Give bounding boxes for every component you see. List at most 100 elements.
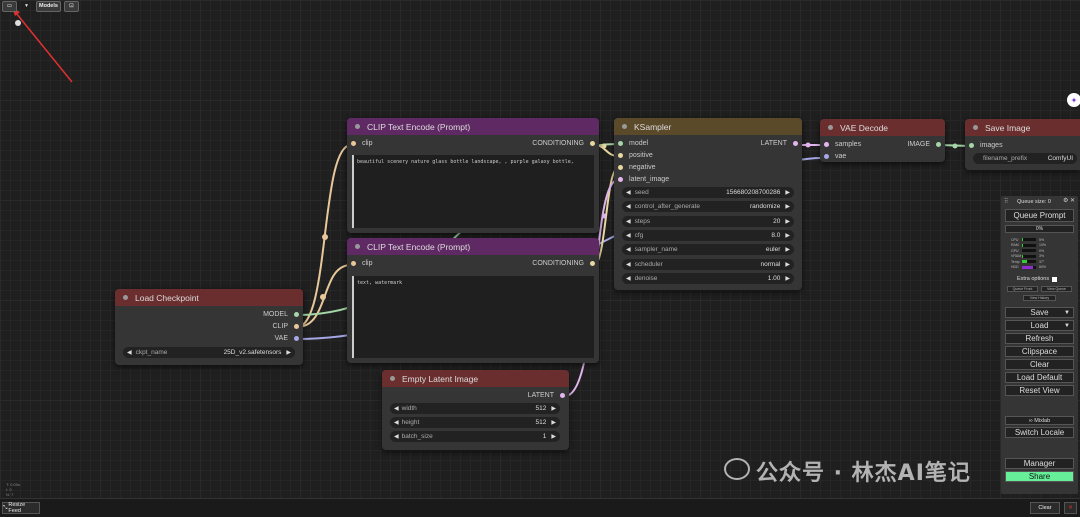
drag-handle-icon[interactable]: ⠿ [1004, 198, 1008, 205]
vae-output[interactable]: VAE [275, 335, 299, 342]
images-input[interactable]: images [969, 142, 1003, 149]
chevron-left-icon[interactable]: ◀ [626, 275, 631, 282]
prompt-textarea[interactable]: text, watermark [352, 276, 594, 358]
collapse-dot-icon[interactable] [622, 124, 627, 129]
vae-input[interactable]: vae [824, 153, 846, 160]
filename-prefix-widget[interactable]: filename_prefix ComfyUI [973, 153, 1077, 164]
ksampler-widget-control-after-generate[interactable]: ◀ control_after_generate randomize ▶ [622, 201, 794, 213]
clear-button[interactable]: Clear [1005, 359, 1074, 370]
clip-text-encode-positive-node[interactable]: CLIP Text Encode (Prompt) clip CONDITION… [347, 118, 599, 233]
switch-locale-button[interactable]: Switch Locale [1005, 427, 1074, 438]
refresh-button[interactable]: Refresh [1005, 333, 1074, 344]
clipspace-button[interactable]: Clipspace [1005, 346, 1074, 357]
ksampler-widget-steps[interactable]: ◀ steps 20 ▶ [622, 215, 794, 227]
clip-input[interactable]: clip [351, 140, 373, 147]
chevron-down-icon[interactable]: ▾ [20, 2, 33, 11]
clip-input[interactable]: clip [351, 260, 373, 267]
batch-size-widget[interactable]: ◀ batch_size 1 ▶ [390, 431, 560, 442]
latent-output[interactable]: LATENT [528, 392, 565, 399]
prompt-textarea[interactable]: beautiful scenery nature glass bottle la… [352, 155, 594, 228]
width-widget[interactable]: ◀ width 512 ▶ [390, 403, 560, 414]
chevron-left-icon[interactable]: ◀ [127, 349, 132, 356]
ksampler-node[interactable]: KSampler model positive negative latent_… [614, 118, 802, 290]
extra-options-label: Extra options [1017, 276, 1058, 282]
collapse-dot-icon[interactable] [973, 125, 978, 130]
close-panel-icon[interactable]: ✕ [1070, 197, 1075, 204]
collapse-dot-icon[interactable] [390, 376, 395, 381]
resize-feed-button[interactable]: ⤡ Resize Feed [2, 502, 40, 514]
collapse-dot-icon[interactable] [828, 125, 833, 130]
settings-gear-icon[interactable]: ⚙ [1063, 197, 1068, 204]
bottom-bar: ⤡ Resize Feed Clear ✕ [0, 498, 1080, 517]
extra-options-checkbox[interactable] [1052, 276, 1058, 282]
latent-image-input[interactable]: latent_image [618, 176, 669, 183]
chevron-left-icon[interactable]: ◀ [394, 419, 399, 426]
samples-input[interactable]: samples [824, 141, 861, 148]
models-button[interactable]: Models [36, 0, 61, 12]
positive-input[interactable]: positive [618, 152, 653, 159]
collapse-dot-icon[interactable] [123, 295, 128, 300]
chevron-left-icon[interactable]: ◀ [626, 261, 631, 268]
node-title: CLIP Text Encode (Prompt) [367, 241, 471, 252]
queue-front-button[interactable]: Queue Front [1007, 286, 1038, 292]
collapse-dot-icon[interactable] [355, 244, 360, 249]
view-history-button[interactable]: View History [1023, 295, 1056, 301]
chevron-left-icon[interactable]: ◀ [626, 218, 631, 225]
clip-output[interactable]: CLIP [272, 323, 299, 330]
vae-decode-node[interactable]: VAE Decode samples vae IMAGE [820, 119, 945, 162]
chevron-left-icon[interactable]: ◀ [394, 433, 399, 440]
node-title: Save Image [985, 122, 1031, 133]
load-button[interactable]: Load ▼ [1005, 320, 1074, 331]
ckpt-name-widget[interactable]: ◀ ckpt_name 25D_v2.safetensors ▶ [123, 347, 295, 358]
conditioning-output[interactable]: CONDITIONING [532, 260, 595, 267]
menu-icon[interactable]: ▭ [2, 0, 17, 12]
chevron-left-icon[interactable]: ◀ [626, 232, 631, 239]
chevron-left-icon[interactable]: ◀ [626, 189, 631, 196]
chevron-right-icon[interactable]: ▶ [785, 218, 790, 225]
ksampler-widget-scheduler[interactable]: ◀ scheduler normal ▶ [622, 258, 794, 270]
queue-prompt-button[interactable]: Queue Prompt [1005, 209, 1074, 222]
save-button[interactable]: Save ▼ [1005, 307, 1074, 318]
load-default-button[interactable]: Load Default [1005, 372, 1074, 383]
model-output[interactable]: MODEL [263, 311, 299, 318]
chevron-right-icon[interactable]: ▶ [551, 405, 556, 412]
lock-icon[interactable]: ⊡ [63, 0, 79, 12]
chevron-left-icon[interactable]: ◀ [626, 246, 631, 253]
chevron-down-icon[interactable]: ▼ [1064, 310, 1070, 316]
ksampler-widget-sampler-name[interactable]: ◀ sampler_name euler ▶ [622, 244, 794, 256]
close-feed-button[interactable]: ✕ [1064, 502, 1077, 514]
chevron-right-icon[interactable]: ▶ [785, 203, 790, 210]
manager-button[interactable]: Manager [1005, 458, 1074, 469]
model-input[interactable]: model [618, 140, 648, 147]
clear-feed-button[interactable]: Clear [1030, 502, 1060, 514]
ksampler-widget-denoise[interactable]: ◀ denoise 1.00 ▶ [622, 272, 794, 284]
assistant-icon[interactable]: ✦ [1067, 93, 1080, 107]
chevron-right-icon[interactable]: ▶ [785, 275, 790, 282]
chevron-right-icon[interactable]: ▶ [551, 419, 556, 426]
reset-view-button[interactable]: Reset View [1005, 385, 1074, 396]
height-widget[interactable]: ◀ height 512 ▶ [390, 417, 560, 428]
chevron-left-icon[interactable]: ◀ [394, 405, 399, 412]
image-output[interactable]: IMAGE [907, 141, 941, 148]
chevron-down-icon[interactable]: ▼ [1064, 323, 1070, 329]
collapse-dot-icon[interactable] [355, 124, 360, 129]
view-queue-button[interactable]: View Queue [1041, 286, 1072, 292]
chevron-right-icon[interactable]: ▶ [785, 246, 790, 253]
latent-output[interactable]: LATENT [761, 140, 798, 147]
conditioning-output[interactable]: CONDITIONING [532, 140, 595, 147]
load-checkpoint-node[interactable]: Load Checkpoint MODEL CLIP VAE ◀ ckpt_na… [115, 289, 303, 365]
chevron-right-icon[interactable]: ▶ [785, 232, 790, 239]
chevron-right-icon[interactable]: ▶ [551, 433, 556, 440]
chevron-right-icon[interactable]: ▶ [785, 189, 790, 196]
clip-text-encode-negative-node[interactable]: CLIP Text Encode (Prompt) clip CONDITION… [347, 238, 599, 363]
empty-latent-image-node[interactable]: Empty Latent Image LATENT ◀ width 512 ▶ ◀ he… [382, 370, 569, 450]
chevron-right-icon[interactable]: ▶ [785, 261, 790, 268]
share-button[interactable]: Share [1005, 471, 1074, 482]
ksampler-widget-seed[interactable]: ◀ seed 156680208700286 ▶ [622, 187, 794, 198]
ksampler-widget-cfg[interactable]: ◀ cfg 8.0 ▶ [622, 229, 794, 241]
chevron-right-icon[interactable]: ▶ [286, 349, 291, 356]
negative-input[interactable]: negative [618, 164, 655, 171]
chevron-left-icon[interactable]: ◀ [626, 203, 631, 210]
save-image-node[interactable]: Save Image images filename_prefix ComfyU… [965, 119, 1080, 170]
mixlab-button[interactable]: ∞ Mixlab [1005, 416, 1074, 425]
